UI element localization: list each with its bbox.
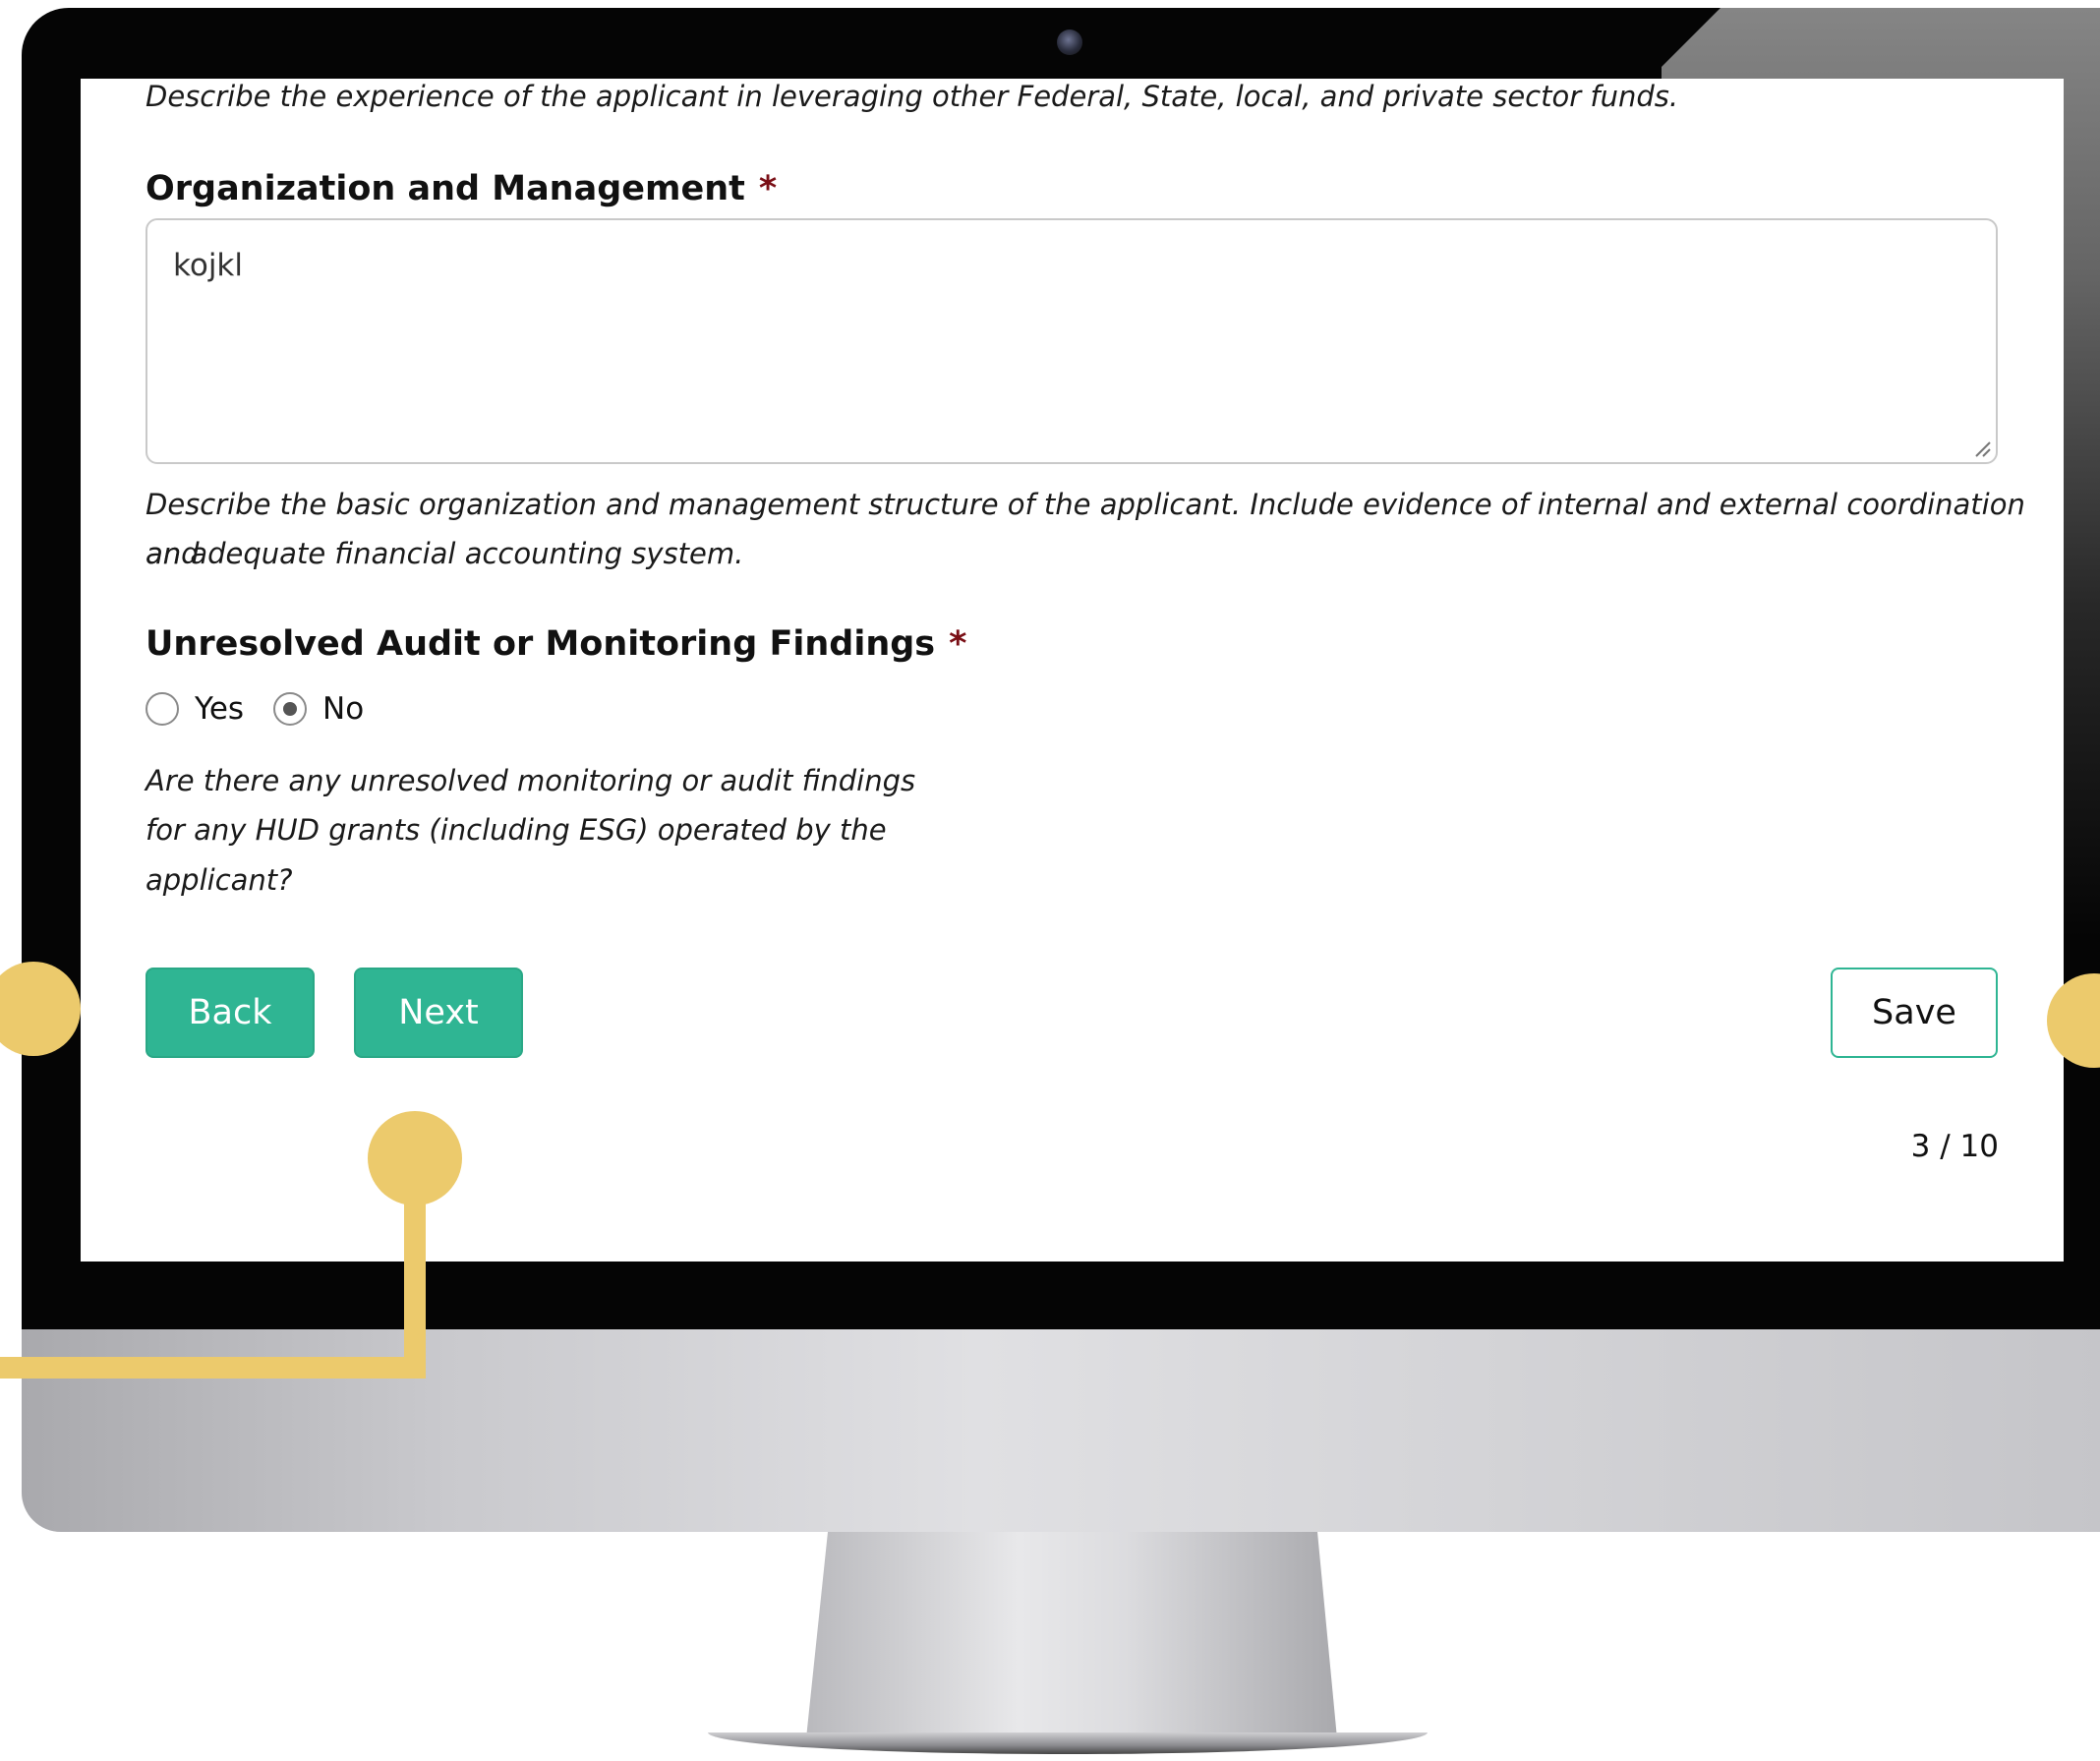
- back-button[interactable]: Back: [146, 968, 315, 1058]
- audit-hint-line-1: Are there any unresolved monitoring or a…: [146, 764, 916, 797]
- radio-no-label[interactable]: No: [322, 691, 364, 727]
- audit-hint-line-3: applicant?: [146, 863, 293, 897]
- org-mgmt-textarea[interactable]: kojkl: [146, 218, 1998, 464]
- camera-icon: [1057, 29, 1082, 55]
- required-marker: *: [949, 624, 967, 664]
- page-indicator: 3 / 10: [1910, 1129, 1999, 1164]
- org-mgmt-hint-line-2: an adequate financial accounting system.: [146, 537, 744, 570]
- radio-yes-label[interactable]: Yes: [195, 691, 244, 727]
- radio-no[interactable]: [273, 692, 308, 726]
- funds-leveraging-hint: Describe the experience of the applicant…: [146, 80, 1679, 113]
- next-button[interactable]: Next: [354, 968, 523, 1058]
- org-mgmt-label-text: Organization and Management: [146, 169, 745, 208]
- device-mockup: Describe the experience of the applicant…: [0, 0, 2100, 1761]
- org-mgmt-label: Organization and Management *: [146, 167, 777, 210]
- callout-line-vertical: [404, 1190, 426, 1379]
- audit-hint-line-2: for any HUD grants (including ESG) opera…: [146, 813, 887, 847]
- callout-line-horizontal: [0, 1357, 426, 1379]
- required-marker: *: [758, 169, 778, 208]
- audit-findings-label: Unresolved Audit or Monitoring Findings *: [146, 622, 966, 666]
- resize-handle-icon[interactable]: [1972, 439, 1992, 458]
- audit-findings-radio-group: Yes No: [146, 688, 393, 730]
- monitor-stand: [806, 1532, 1337, 1738]
- org-mgmt-value: kojkl: [173, 248, 243, 283]
- audit-findings-label-text: Unresolved Audit or Monitoring Findings: [146, 624, 936, 664]
- radio-yes[interactable]: [146, 692, 179, 726]
- monitor-foot: [708, 1732, 1428, 1754]
- save-button[interactable]: Save: [1831, 968, 1998, 1058]
- application-form: Describe the experience of the applicant…: [81, 79, 2064, 1262]
